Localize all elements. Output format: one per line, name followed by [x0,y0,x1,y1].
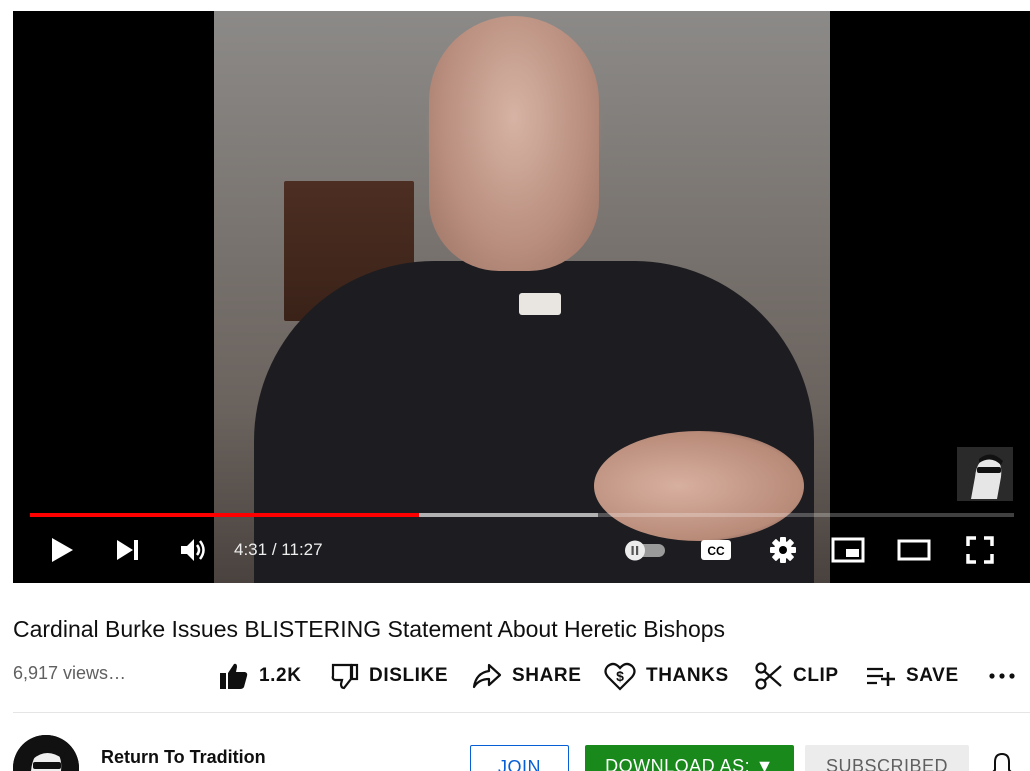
video-frame-head [429,16,599,271]
video-frame[interactable] [214,11,830,583]
time-separator: / [271,540,277,559]
next-icon [117,540,138,560]
thumbs-up-icon [220,663,248,689]
playlist-add-icon [867,667,895,686]
section-divider [13,712,1030,713]
save-label: SAVE [906,665,959,686]
thumbs-down-icon [331,663,359,690]
dislike-button[interactable]: DISLIKE [331,658,448,694]
channel-watermark[interactable] [957,447,1013,501]
fullscreen-icon [966,536,994,564]
progress-bar[interactable] [30,513,1014,517]
play-button[interactable] [44,534,80,566]
channel-avatar[interactable] [13,735,79,771]
notification-bell-button[interactable] [990,752,1014,771]
time-current: 4:31 [234,540,268,559]
channel-name[interactable]: Return To Tradition [101,747,266,768]
like-count: 1.2K [259,665,302,686]
gear-icon [770,537,796,563]
captions-button[interactable]: CC [698,534,734,566]
youtube-watch-page: 4:31 / 11:27 CC Cardinal Burke Issues BL… [0,0,1030,771]
join-button[interactable]: JOIN [470,745,569,771]
clip-label: CLIP [793,665,839,686]
dislike-label: DISLIKE [369,665,449,686]
thanks-label: THANKS [646,665,729,686]
theater-mode-icon [897,539,931,561]
svg-text:CC: CC [707,544,725,558]
volume-button[interactable] [175,534,211,566]
fullscreen-button[interactable] [962,534,998,566]
play-icon [52,538,73,562]
more-actions-button[interactable] [989,658,1015,694]
video-player[interactable]: 4:31 / 11:27 CC [13,11,1030,583]
progress-played [30,513,419,517]
share-icon [472,663,502,689]
subscribed-button[interactable]: SUBSCRIBED [805,745,969,771]
player-controls: 4:31 / 11:27 CC [13,526,1030,572]
video-title: Cardinal Burke Issues BLISTERING Stateme… [13,616,726,642]
time-total: 11:27 [281,540,323,559]
share-button[interactable]: SHARE [472,658,582,694]
save-button[interactable]: SAVE [866,658,959,694]
video-frame-hands [594,431,804,541]
view-count[interactable]: 6,917 views… [13,663,126,684]
cc-icon: CC [701,540,731,560]
clip-button[interactable]: CLIP [755,658,839,694]
next-button[interactable] [110,534,146,566]
settings-button[interactable] [765,534,801,566]
theater-mode-button[interactable] [896,534,932,566]
thanks-button[interactable]: $ THANKS [604,658,729,694]
miniplayer-icon [831,537,865,563]
download-as-button[interactable]: DOWNLOAD AS: ▼ [585,745,794,771]
more-icon [989,673,1015,679]
bell-icon [992,752,1012,771]
heart-dollar-icon: $ [604,662,636,691]
miniplayer-button[interactable] [830,534,866,566]
scissors-icon [755,662,782,690]
video-frame-collar [519,293,561,315]
share-label: SHARE [512,665,582,686]
autoplay-toggle-icon [625,540,665,561]
time-display: 4:31 / 11:27 [234,540,323,560]
autoplay-toggle[interactable] [623,534,669,566]
volume-icon [181,539,205,561]
like-button[interactable]: 1.2K [219,658,302,694]
svg-text:$: $ [616,668,624,684]
